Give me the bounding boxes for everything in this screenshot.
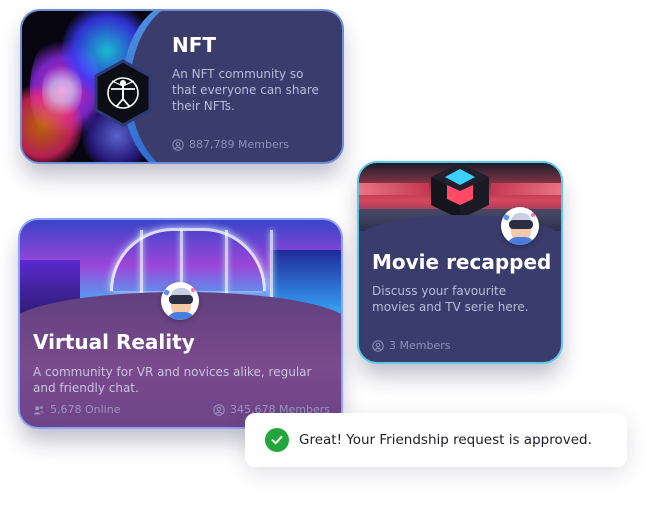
cube-sculpture-icon: [431, 163, 489, 219]
community-card-movie[interactable]: Movie recapped Discuss your favourite mo…: [359, 163, 561, 362]
card-title: Movie recapped: [372, 250, 552, 274]
community-card-nft[interactable]: NFT An NFT community so that everyone ca…: [22, 11, 342, 162]
friendship-approved-toast: Great! Your Friendship request is approv…: [245, 413, 627, 467]
avatar[interactable]: [161, 282, 199, 320]
avatar[interactable]: [501, 207, 539, 245]
vitruvian-man-hexagon-icon: [94, 59, 152, 127]
card-title: Virtual Reality: [33, 330, 195, 354]
online-label: 5,678 Online: [50, 403, 121, 416]
members-label: 3 Members: [389, 339, 451, 352]
user-circle-icon: [213, 403, 225, 416]
card-description: An NFT community so that everyone can sh…: [172, 67, 319, 113]
card-description: Discuss your favourite movies and TV ser…: [372, 284, 529, 314]
members-label: 887,789 Members: [189, 138, 289, 151]
card-description: A community for VR and novices alike, re…: [33, 365, 312, 395]
user-circle-icon: [372, 339, 384, 352]
user-circle-icon: [172, 138, 184, 151]
check-circle-icon: [265, 428, 289, 452]
online-count: 5,678 Online: [33, 403, 120, 416]
members-count: 887,789 Members: [172, 138, 289, 151]
toast-message: Great! Your Friendship request is approv…: [299, 432, 592, 448]
users-online-icon: [33, 405, 45, 414]
community-card-vr[interactable]: Virtual Reality A community for VR and n…: [20, 220, 341, 427]
members-count: 3 Members: [372, 339, 450, 352]
community-cards-stage: NFT An NFT community so that everyone ca…: [0, 0, 657, 507]
card-title: NFT: [172, 33, 217, 57]
